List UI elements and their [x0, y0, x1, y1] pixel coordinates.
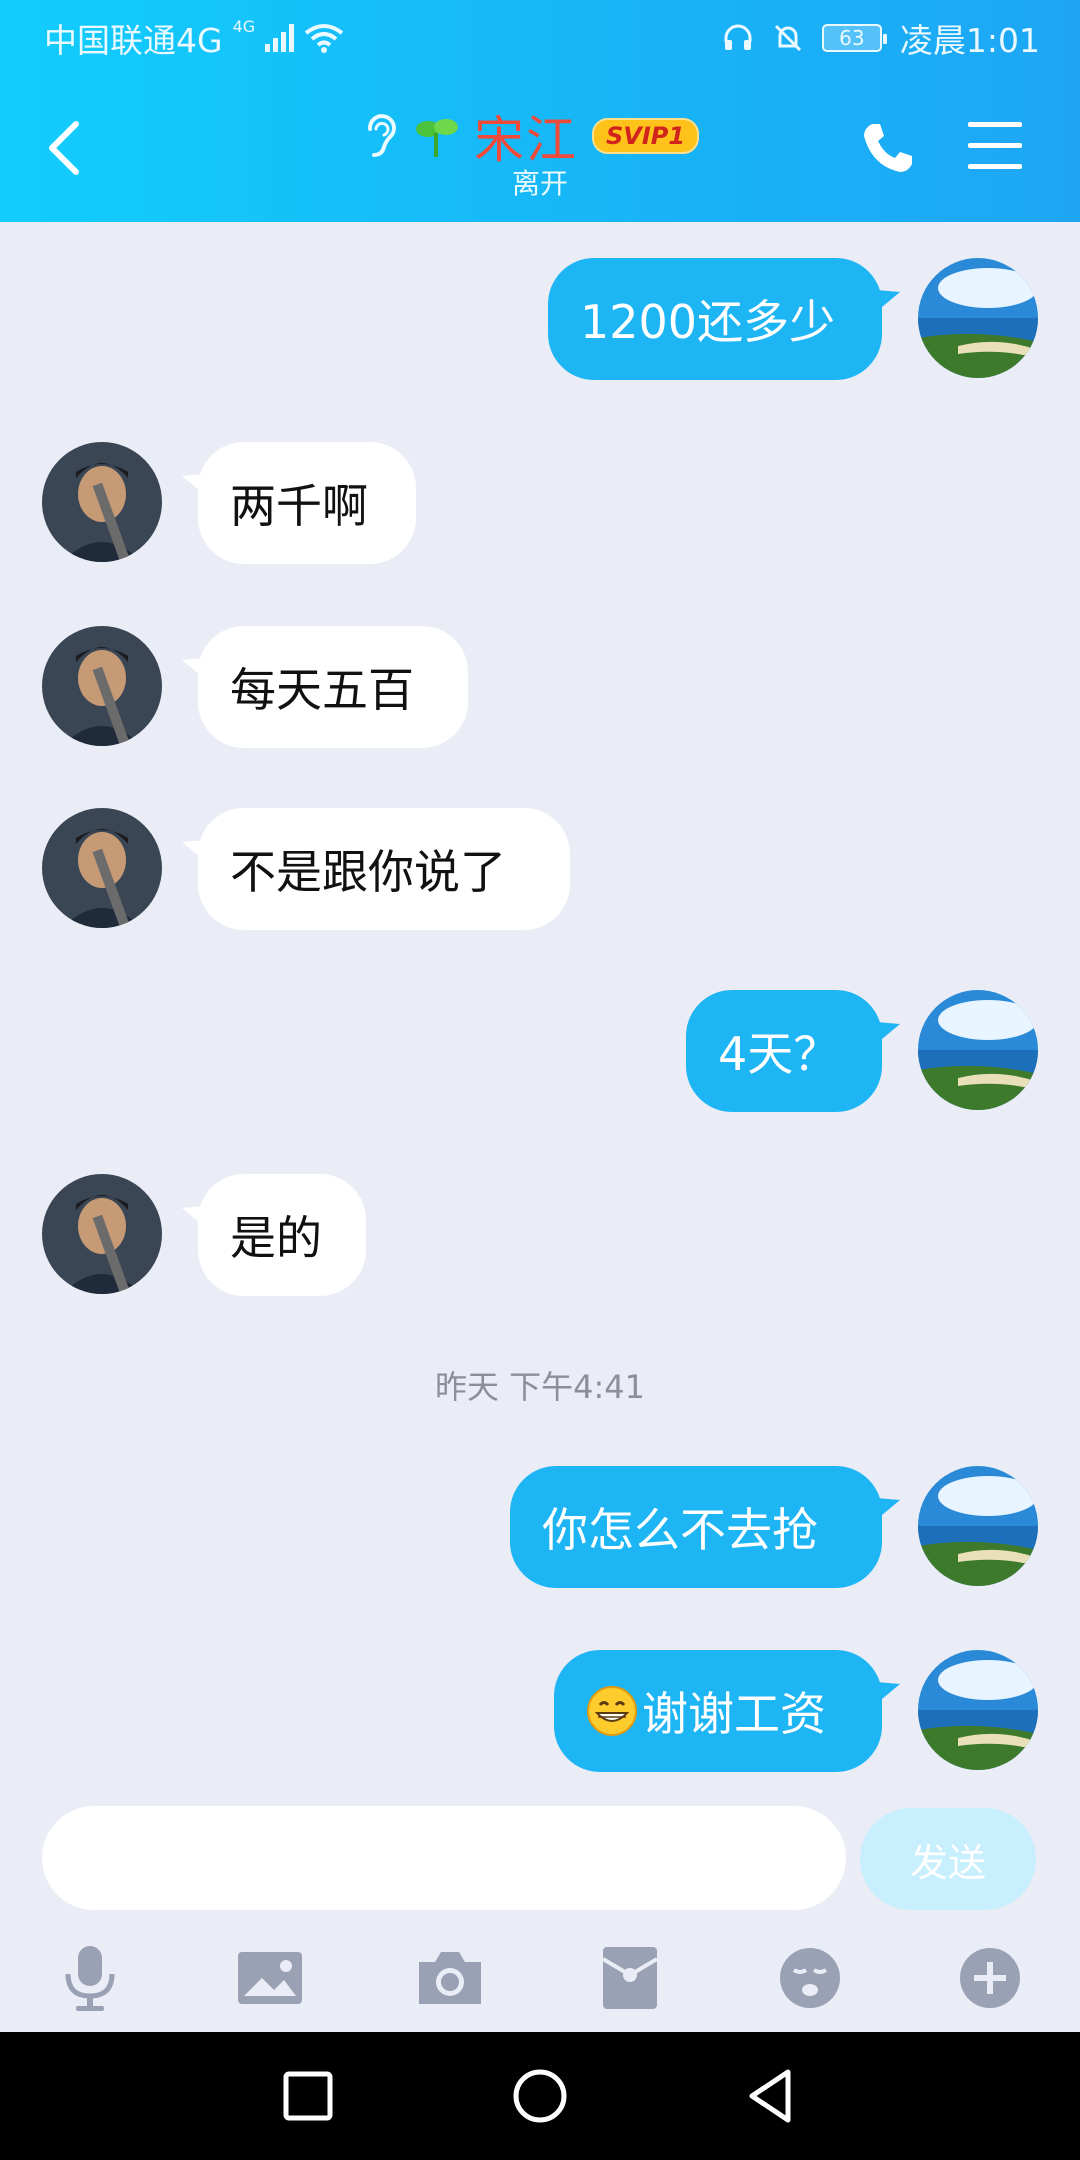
- sprout-icon: [416, 119, 458, 157]
- message-bubble[interactable]: 两千啊: [198, 442, 416, 564]
- mute-bell-icon: [774, 24, 801, 52]
- clock-label: 凌晨1:01: [899, 21, 1040, 60]
- chat-header: 中国联通4G 4G 63 凌晨1:01 宋江 SVIP1 离开: [0, 0, 1080, 222]
- send-button[interactable]: 发送: [860, 1808, 1036, 1910]
- battery-icon: 63: [821, 24, 887, 52]
- my-avatar[interactable]: [918, 1650, 1038, 1770]
- message-bubble[interactable]: 每天五百: [198, 626, 468, 748]
- beach-avatar-image: [918, 990, 1038, 1110]
- contact-avatar[interactable]: [42, 626, 162, 746]
- signal-icon: [265, 24, 295, 52]
- contact-avatar[interactable]: [42, 442, 162, 562]
- system-nav-bar: [0, 2032, 1080, 2160]
- svip-badge: SVIP1: [592, 118, 700, 154]
- image-icon[interactable]: [230, 1938, 310, 2018]
- man-avatar-image: [42, 808, 162, 928]
- beach-avatar-image: [918, 1650, 1038, 1770]
- message-bubble[interactable]: 你怎么不去抢: [510, 1466, 882, 1588]
- wifi-icon: [304, 24, 344, 53]
- phone-icon[interactable]: [858, 118, 918, 178]
- emoji-icon[interactable]: [770, 1938, 850, 2018]
- red-packet-icon[interactable]: [590, 1938, 670, 2018]
- bubble-tail: [876, 290, 900, 312]
- message-text: 不是跟你说了: [230, 845, 506, 899]
- message-text: 你怎么不去抢: [542, 1503, 818, 1557]
- message-bubble[interactable]: 不是跟你说了: [198, 808, 570, 930]
- message-text: 是的: [230, 1211, 322, 1265]
- contact-avatar[interactable]: [42, 808, 162, 928]
- headset-icon: [724, 24, 752, 50]
- bubble-tail: [876, 1022, 900, 1044]
- man-avatar-image: [42, 626, 162, 746]
- message-input[interactable]: [42, 1806, 846, 1910]
- recent-apps-icon[interactable]: [276, 2064, 340, 2128]
- message-bubble[interactable]: 1200还多少: [548, 258, 882, 380]
- message-text: 1200还多少: [580, 295, 836, 349]
- menu-icon[interactable]: [968, 122, 1022, 169]
- message-text: 每天五百: [230, 663, 414, 717]
- composer-toolbar: [0, 1938, 1080, 2034]
- grin-emoji-icon: [587, 1686, 637, 1736]
- beach-avatar-image: [918, 1466, 1038, 1586]
- man-avatar-image: [42, 1174, 162, 1294]
- battery-level: 63: [839, 26, 865, 50]
- bubble-tail: [876, 1682, 900, 1704]
- my-avatar[interactable]: [918, 258, 1038, 378]
- contact-avatar[interactable]: [42, 1174, 162, 1294]
- message-text: 4天？: [718, 1027, 840, 1081]
- contact-status: 离开: [511, 167, 568, 200]
- message-bubble[interactable]: 是的: [198, 1174, 366, 1296]
- back-triangle-icon[interactable]: [740, 2064, 804, 2128]
- microphone-icon[interactable]: [50, 1938, 130, 2018]
- camera-icon[interactable]: [410, 1938, 490, 2018]
- plus-icon[interactable]: [950, 1938, 1030, 2018]
- my-avatar[interactable]: [918, 990, 1038, 1110]
- carrier-label: 中国联通4G: [44, 21, 223, 60]
- status-bar: 中国联通4G 4G 63 凌晨1:01: [44, 14, 1040, 62]
- message-bubble[interactable]: 4天？: [686, 990, 882, 1112]
- my-avatar[interactable]: [918, 1466, 1038, 1586]
- chat-timestamp: 昨天 下午4:41: [434, 1368, 646, 1406]
- beach-avatar-image: [918, 258, 1038, 378]
- ear-icon[interactable]: [360, 111, 400, 161]
- message-text: 谢谢工资: [642, 1687, 826, 1741]
- man-avatar-image: [42, 442, 162, 562]
- network-type-label: 4G: [232, 16, 256, 36]
- message-bubble[interactable]: 谢谢工资: [554, 1650, 882, 1772]
- home-icon[interactable]: [508, 2064, 572, 2128]
- bubble-tail: [876, 1498, 900, 1520]
- message-text: 两千啊: [230, 479, 368, 533]
